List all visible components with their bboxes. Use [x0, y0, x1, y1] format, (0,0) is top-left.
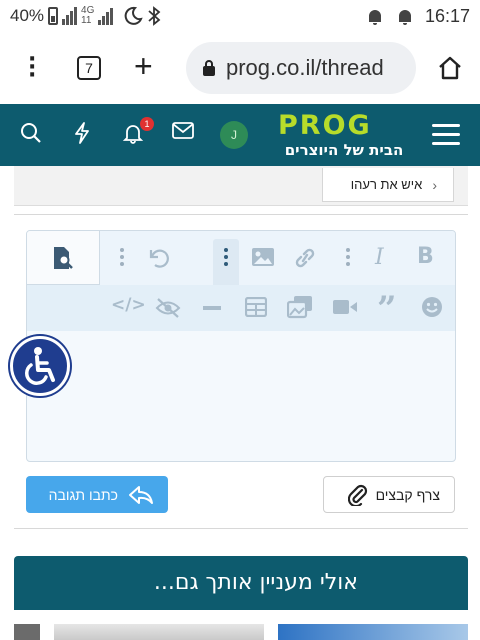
- site-header: 1 J PROG הבית של היוצרים: [0, 104, 480, 166]
- tab-switcher-button[interactable]: 7: [77, 56, 101, 80]
- notification-bell-icon: [368, 9, 381, 25]
- editor-toolbar-main: I B: [27, 231, 455, 285]
- preview-document-search-icon: [54, 246, 73, 269]
- insert-image-icon[interactable]: [251, 247, 275, 267]
- browser-menu-icon[interactable]: · · ·: [28, 49, 36, 87]
- insert-table-icon[interactable]: [245, 297, 267, 317]
- divider: [14, 528, 468, 529]
- quote-icon[interactable]: ”: [377, 289, 397, 329]
- similar-thread-thumbnail[interactable]: [54, 624, 264, 640]
- similar-thread-thumbnail[interactable]: [14, 624, 40, 640]
- battery-percent: 40%: [10, 6, 45, 25]
- preview-button[interactable]: [27, 231, 100, 285]
- insert-video-icon[interactable]: [332, 298, 358, 316]
- post-reply-button[interactable]: כתבו תגובה: [26, 476, 168, 513]
- hide-content-eye-slash-icon[interactable]: [155, 297, 181, 319]
- attach-files-label: צרף קבצים: [375, 486, 440, 503]
- notification-bell-icon-2: [398, 9, 411, 25]
- new-tab-icon[interactable]: +: [134, 48, 153, 85]
- reply-arrow-icon: [129, 485, 153, 504]
- messages-envelope-icon[interactable]: [172, 122, 194, 140]
- lightning-icon[interactable]: [72, 122, 92, 144]
- media-gallery-icon[interactable]: [287, 295, 313, 319]
- hamburger-menu-icon[interactable]: [432, 124, 460, 146]
- clock: 16:17: [424, 6, 470, 26]
- quote-label: איש את רעהו: [350, 177, 423, 192]
- undo-icon[interactable]: [147, 247, 171, 269]
- attach-files-button[interactable]: צרף קבצים: [323, 476, 455, 513]
- network-type: 4G 11: [81, 5, 95, 26]
- similar-threads-heading: אולי מעניין אותך גם...: [14, 556, 468, 610]
- notification-badge: 1: [140, 117, 154, 131]
- more-text-options-icon[interactable]: [346, 248, 352, 269]
- quoted-post-area: ‹ איש את רעהו: [14, 166, 468, 206]
- battery-icon: [48, 7, 59, 25]
- italic-icon[interactable]: I: [375, 245, 384, 270]
- accessibility-button[interactable]: [10, 336, 70, 396]
- similar-thread-thumbnail[interactable]: [278, 624, 468, 640]
- emoji-smiley-icon[interactable]: [421, 296, 443, 318]
- post-reply-label: כתבו תגובה: [48, 486, 118, 503]
- home-icon[interactable]: [436, 54, 464, 82]
- insert-link-icon[interactable]: [293, 247, 317, 269]
- browser-toolbar: · · · 7 + prog.co.il/thread: [0, 34, 480, 104]
- reply-editor[interactable]: I B </> ”: [26, 230, 456, 462]
- address-bar[interactable]: prog.co.il/thread: [186, 42, 416, 94]
- chevron-left-icon: ‹: [432, 176, 437, 193]
- divider: [14, 214, 468, 215]
- editor-toolbar-secondary: </> ”: [27, 285, 455, 331]
- signal-icon: [62, 7, 78, 25]
- user-avatar[interactable]: J: [220, 121, 248, 149]
- signal-icon-secondary: [98, 7, 114, 25]
- lock-icon: [203, 60, 215, 76]
- url-text: prog.co.il/thread: [226, 55, 384, 80]
- site-logo[interactable]: PROG: [278, 112, 410, 140]
- more-formatting-button[interactable]: [213, 239, 239, 285]
- bluetooth-icon: [148, 6, 161, 26]
- paperclip-icon: [347, 484, 367, 506]
- system-status-bar: 40% 4G 11 16:17: [0, 0, 480, 34]
- horizontal-line-icon[interactable]: [203, 306, 221, 310]
- do-not-disturb-moon-icon: [125, 6, 144, 25]
- accessibility-wheelchair-icon: [25, 347, 55, 385]
- quote-tag[interactable]: ‹ איש את רעהו: [322, 168, 454, 202]
- code-icon[interactable]: </>: [111, 295, 146, 315]
- search-icon[interactable]: [20, 122, 42, 144]
- bold-icon[interactable]: B: [417, 244, 434, 269]
- site-logo-tagline: הבית של היוצרים: [284, 141, 404, 159]
- more-options-icon[interactable]: [120, 248, 126, 269]
